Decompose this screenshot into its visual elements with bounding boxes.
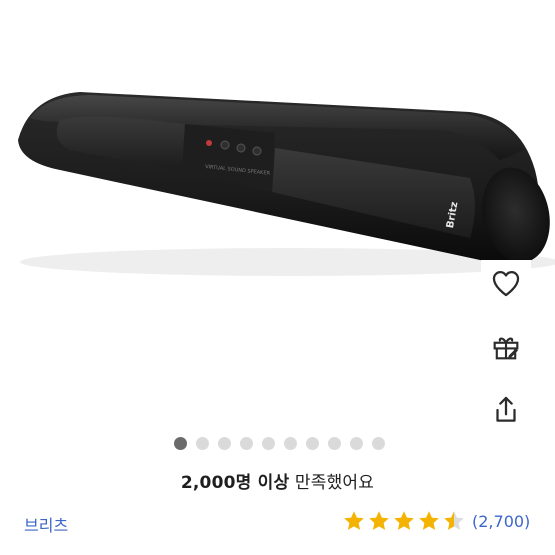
- brand-link[interactable]: 브리츠: [24, 512, 68, 536]
- carousel-dot[interactable]: [195, 437, 209, 450]
- wishlist-button[interactable]: [481, 260, 531, 306]
- star-icon: [419, 511, 439, 530]
- satisfaction-suffix: 만족했어요: [289, 473, 375, 493]
- carousel-pager: [0, 437, 555, 453]
- review-count: (2,700): [472, 511, 531, 531]
- carousel-dot[interactable]: [371, 437, 385, 450]
- gift-button[interactable]: [481, 324, 531, 370]
- soundbar-image: VIRTUAL SOUND SPEAKER Britz: [18, 92, 555, 276]
- satisfaction-count: 2,000명 이상: [180, 473, 290, 493]
- star-icon: [444, 511, 464, 530]
- carousel-dot[interactable]: [349, 437, 363, 450]
- product-image: VIRTUAL SOUND SPEAKER Britz: [0, 0, 555, 430]
- carousel-dot[interactable]: [173, 437, 187, 450]
- carousel-dot[interactable]: [305, 437, 319, 450]
- star-rating: [342, 509, 466, 533]
- carousel-dot[interactable]: [239, 437, 253, 450]
- star-icon: [344, 511, 364, 530]
- star-icon: [394, 511, 414, 530]
- carousel-dot[interactable]: [261, 437, 275, 450]
- star-icon: [369, 511, 389, 530]
- share-icon: [496, 396, 516, 422]
- rating-summary[interactable]: (2,700): [342, 509, 530, 533]
- heart-outline-icon: [492, 270, 520, 297]
- carousel-dot[interactable]: [283, 437, 297, 450]
- carousel-dot[interactable]: [217, 437, 231, 450]
- gift-icon: [493, 337, 519, 360]
- satisfaction-text: 2,000명 이상 만족했어요: [0, 468, 555, 493]
- carousel-dot[interactable]: [327, 437, 341, 450]
- share-button[interactable]: [481, 387, 531, 433]
